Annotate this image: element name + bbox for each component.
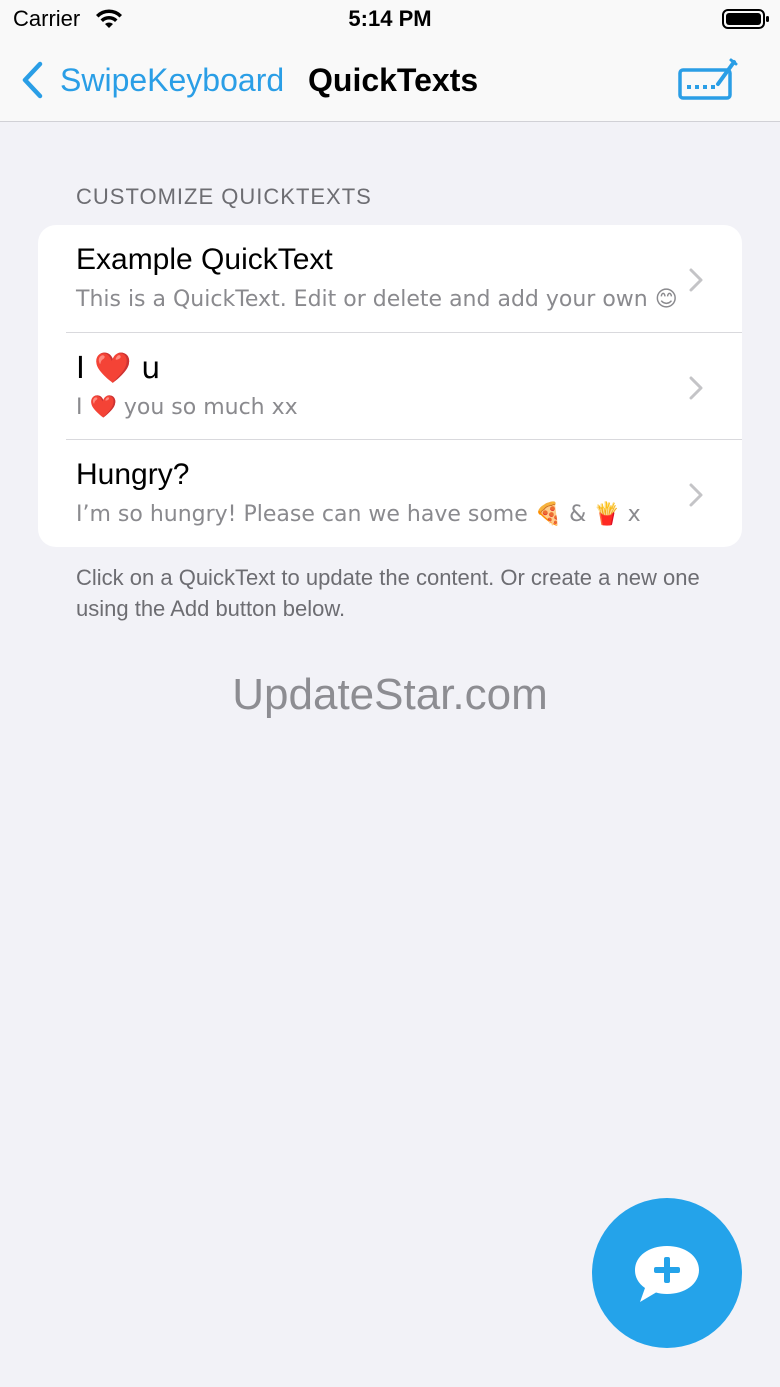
- chevron-right-icon: [689, 268, 703, 292]
- quicktext-item-subtitle: I ❤️ you so much xx: [76, 395, 298, 420]
- quicktext-item-subtitle: I’m so hungry! Please can we have some 🍕…: [76, 502, 641, 527]
- section-footer: Click on a QuickText to update the conte…: [76, 565, 700, 621]
- quicktext-item-hungry[interactable]: Hungry? I’m so hungry! Please can we hav…: [38, 440, 742, 547]
- page-title: QuickTexts: [308, 62, 479, 98]
- chevron-right-icon: [689, 376, 703, 400]
- back-button-label: SwipeKeyboard: [60, 61, 285, 98]
- add-quicktext-button[interactable]: [592, 1198, 742, 1348]
- quicktext-item-example[interactable]: Example QuickText This is a QuickText. E…: [38, 225, 742, 332]
- keyboard-edit-button[interactable]: [676, 56, 740, 104]
- keyboard-edit-icon: [678, 58, 738, 100]
- section-header: CUSTOMIZE QUICKTEXTS: [76, 184, 372, 209]
- quicktext-item-title: Hungry?: [76, 458, 190, 491]
- quicktext-item-title: Example QuickText: [76, 243, 333, 276]
- quicktexts-screen: Carrier 5:14 PM SwipeKeyboard QuickTexts: [0, 0, 780, 1387]
- navigation-bar: SwipeKeyboard QuickTexts: [0, 40, 780, 122]
- status-bar: Carrier 5:14 PM: [0, 0, 780, 40]
- quicktext-list: Example QuickText This is a QuickText. E…: [38, 225, 742, 547]
- quicktext-item-love[interactable]: I ❤️ u I ❤️ you so much xx: [38, 333, 742, 440]
- add-message-icon: [635, 1246, 699, 1302]
- chevron-left-icon: [22, 61, 43, 99]
- battery-icon: [722, 9, 769, 29]
- quicktext-item-title: I ❤️ u: [76, 351, 161, 386]
- watermark: UpdateStar.com: [232, 670, 548, 719]
- status-time: 5:14 PM: [348, 6, 432, 31]
- quicktext-item-subtitle: This is a QuickText. Edit or delete and …: [76, 287, 678, 312]
- chevron-right-icon: [689, 483, 703, 507]
- back-button[interactable]: SwipeKeyboard: [20, 58, 284, 102]
